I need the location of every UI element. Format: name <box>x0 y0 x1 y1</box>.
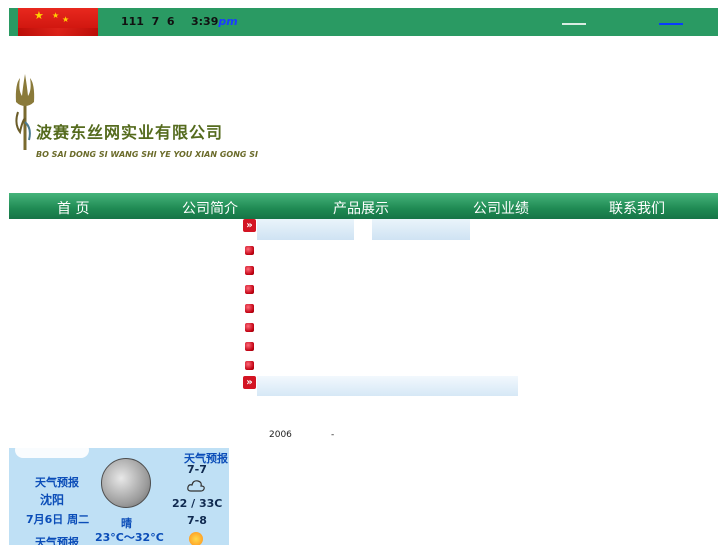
today-temperature: 23°C～32°C <box>95 531 164 544</box>
weather-city: 沈阳 <box>40 493 65 507</box>
nav-item-about[interactable]: 公司简介 <box>182 198 238 218</box>
forecast-day2-date: 7-8 <box>187 514 207 527</box>
trident-logo-icon <box>15 74 35 150</box>
company-name-pinyin: BO SAI DONG SI WANG SHI YE YOU XIAN GONG… <box>36 150 259 159</box>
forecast-day1-date: 7-7 <box>187 463 207 476</box>
cloud-decoration <box>15 448 89 458</box>
list-bullet-icon <box>245 361 254 370</box>
weather-widget[interactable]: 天气预报 沈阳 7月6日 周二 天气预报 晴 23°C～32°C 天气预报 7-… <box>9 448 229 545</box>
clock-time: 3:39 <box>191 15 219 28</box>
clock-display: 3:39pm <box>191 15 238 28</box>
list-bullet-icon <box>245 285 254 294</box>
company-name-cn: 波赛东丝网实业有限公司 <box>36 123 224 142</box>
moon-icon <box>101 458 151 508</box>
forecast-day1-temp: 22 / 33C <box>172 497 223 510</box>
section-header-bar <box>372 219 470 240</box>
section-arrow-icon: » <box>243 376 256 389</box>
section-header-bar <box>257 219 354 240</box>
list-bullet-icon <box>245 323 254 332</box>
top-link-add-favorite[interactable] <box>659 23 683 25</box>
cloud-icon <box>187 480 205 492</box>
flag-icon: ★ ★ ★ <box>18 8 98 36</box>
top-bar: ★ ★ ★ 111 7 6 3:39pm <box>9 8 718 36</box>
clock-suffix: pm <box>218 15 238 28</box>
list-bullet-icon <box>245 342 254 351</box>
list-bullet-icon <box>245 266 254 275</box>
list-bullet-icon <box>245 304 254 313</box>
date-display: 111 7 6 <box>121 15 175 28</box>
nav-item-products[interactable]: 产品展示 <box>333 198 389 218</box>
section-arrow-icon: » <box>243 219 256 232</box>
nav-item-contact[interactable]: 联系我们 <box>609 198 665 218</box>
footer-year: 2006 <box>269 430 292 440</box>
footer-separator: - <box>331 430 335 440</box>
main-nav: 首 页 公司简介 产品展示 公司业绩 联系我们 <box>9 193 718 219</box>
weather-title-2: 天气预报 <box>35 536 79 545</box>
section-header-bar <box>257 376 518 396</box>
nav-item-home[interactable]: 首 页 <box>57 198 89 218</box>
weather-title: 天气预报 <box>35 476 79 489</box>
nav-item-achievements[interactable]: 公司业绩 <box>473 198 529 218</box>
top-link-set-homepage[interactable] <box>562 23 586 25</box>
list-bullet-icon <box>245 246 254 255</box>
sun-icon <box>189 532 203 545</box>
weather-date: 7月6日 周二 <box>26 513 90 526</box>
